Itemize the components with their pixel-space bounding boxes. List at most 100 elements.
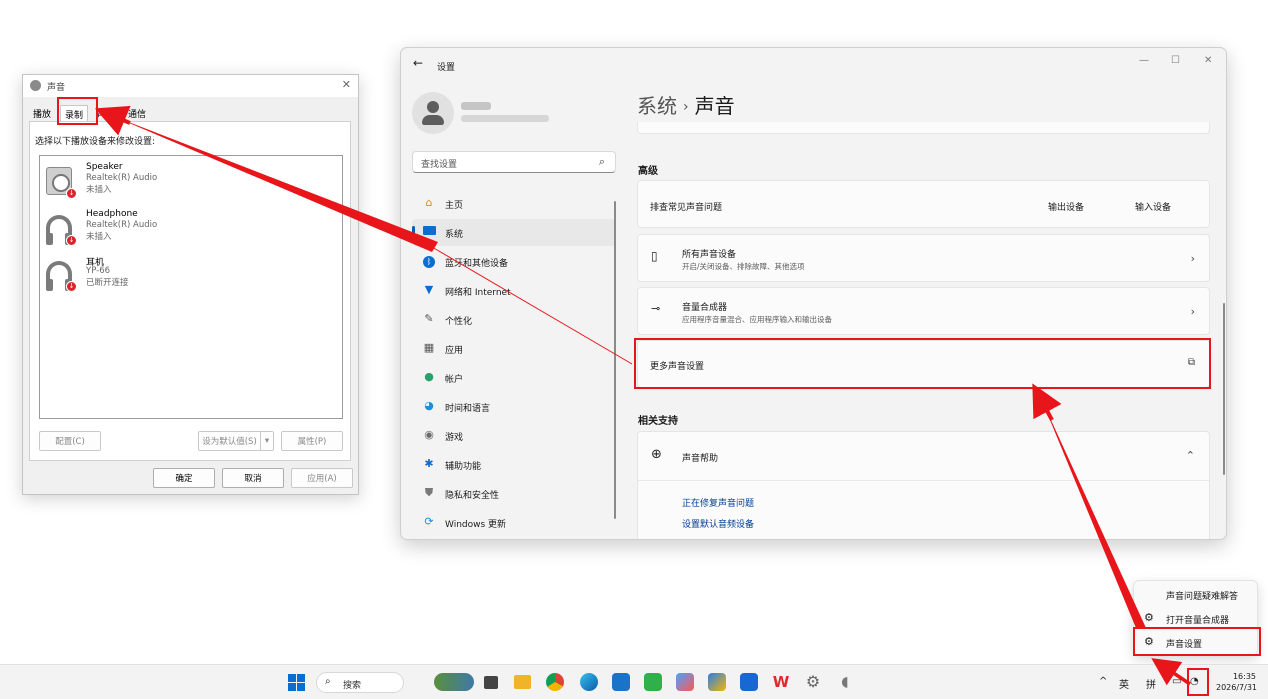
device-list: ↓ Speaker Realtek(R) Audio 未插入 ↓ Headpho…: [39, 155, 343, 419]
nav-item-time-language[interactable]: ◕ 时间和语言: [412, 393, 616, 420]
start-icon[interactable]: [288, 674, 305, 691]
nav-item-accessibility[interactable]: ✱ 辅助功能: [412, 451, 616, 478]
nav-label: 辅助功能: [445, 462, 482, 472]
settings-search-input[interactable]: 查找设置 ⌕: [412, 151, 616, 173]
unplugged-badge-icon: ↓: [66, 188, 77, 199]
nav-item-network[interactable]: ▼ 网络和 Internet: [412, 277, 616, 304]
speaker-icon: [30, 80, 41, 91]
help-link-default-device[interactable]: 设置默认音频设备: [682, 517, 754, 530]
nav-item-personalization[interactable]: ✎ 个性化: [412, 306, 616, 333]
device-driver: Realtek(R) Audio: [86, 173, 158, 183]
app-icon-colorful[interactable]: [676, 673, 694, 691]
back-arrow-icon[interactable]: ←: [413, 56, 423, 70]
wps-icon[interactable]: W: [772, 673, 790, 691]
nav-item-windows-update[interactable]: ⟳ Windows 更新: [412, 509, 616, 536]
minimize-icon[interactable]: —: [1139, 55, 1149, 66]
home-icon: ⌂: [425, 196, 433, 209]
network-tray-icon[interactable]: ▭: [1172, 676, 1181, 687]
menu-item-open-mixer[interactable]: ⚙ 打开音量合成器: [1134, 607, 1257, 629]
clock-time: 16:35: [1232, 672, 1256, 681]
file-explorer-icon[interactable]: [514, 675, 531, 689]
nav-item-gaming[interactable]: ◉ 游戏: [412, 422, 616, 449]
headphone-device-icon: [46, 215, 72, 245]
set-default-dropdown-icon[interactable]: ▾: [260, 431, 274, 451]
settings-titlebar: ← 设置 — ☐ ✕: [401, 48, 1226, 80]
cancel-button[interactable]: 取消: [222, 468, 284, 488]
nav-label: 隐私和安全性: [445, 491, 500, 501]
nav-item-apps[interactable]: ▦ 应用: [412, 335, 616, 362]
chrome-icon[interactable]: [546, 673, 564, 691]
nav-item-home[interactable]: ⌂ 主页: [412, 190, 616, 217]
network-icon: ▼: [424, 283, 434, 296]
volume-mixer-card[interactable]: ⊸ 音量合成器 应用程序音量混合、应用程序输入和输出设备 ›: [637, 287, 1210, 335]
device-item-earphone[interactable]: ↓ 耳机 YP-66 已断开连接: [46, 255, 196, 301]
tab-playback[interactable]: 播放: [29, 105, 55, 121]
settings-gear-icon[interactable]: ⚙: [804, 673, 822, 691]
tray-overflow-icon[interactable]: ^: [1099, 676, 1107, 687]
all-sound-devices-card[interactable]: ▯ 所有声音设备 开启/关闭设备、排除故障、其他选项 ›: [637, 234, 1210, 282]
nav-label: 蓝牙和其他设备: [445, 259, 509, 269]
user-name-blurred: [461, 102, 491, 110]
highlight-sound-settings-menu: [1133, 627, 1261, 656]
chevron-right-icon: ›: [1190, 305, 1195, 318]
highlight-more-sound-settings: [634, 338, 1211, 389]
close-icon[interactable]: ✕: [342, 78, 351, 91]
input-devices-button[interactable]: 输入设备: [1135, 200, 1171, 213]
store-icon[interactable]: [612, 673, 630, 691]
nav-item-system[interactable]: 系统: [412, 219, 616, 246]
chevron-up-icon[interactable]: ⌃: [1186, 449, 1195, 462]
taskbar-search-input[interactable]: ⌕ 搜索: [316, 672, 404, 693]
nav-item-bluetooth[interactable]: ᛒ 蓝牙和其他设备: [412, 248, 616, 275]
nav-label: 应用: [445, 346, 464, 356]
set-default-button[interactable]: 设为默认值(S): [198, 431, 260, 451]
ok-button[interactable]: 确定: [153, 468, 215, 488]
device-name: Headphone: [86, 209, 138, 219]
configure-button[interactable]: 配置(C): [39, 431, 101, 451]
ime-mode[interactable]: 拼: [1146, 676, 1156, 691]
menu-item-label: 打开音量合成器: [1166, 616, 1230, 626]
device-status: 已断开连接: [86, 278, 129, 288]
tab-communications[interactable]: 通信: [124, 105, 150, 121]
user-avatar[interactable]: [412, 92, 454, 134]
device-item-speaker[interactable]: ↓ Speaker Realtek(R) Audio 未插入: [46, 162, 196, 208]
nav-label: 个性化: [445, 317, 473, 327]
close-icon[interactable]: ✕: [1204, 55, 1212, 66]
app-icon-blue[interactable]: [740, 673, 758, 691]
nav-item-accounts[interactable]: ● 帐户: [412, 364, 616, 391]
maximize-icon[interactable]: ☐: [1171, 55, 1180, 66]
breadcrumb-separator-icon: ›: [683, 99, 689, 115]
help-link-fix-sound[interactable]: 正在修复声音问题: [682, 496, 754, 509]
ime-language[interactable]: 英: [1119, 676, 1129, 691]
nav-item-privacy[interactable]: ⛊ 隐私和安全性: [412, 480, 616, 507]
task-view-icon[interactable]: [484, 676, 498, 689]
edge-icon[interactable]: [580, 673, 598, 691]
related-support-header: 相关支持: [638, 416, 678, 427]
apply-button[interactable]: 应用(A): [291, 468, 353, 488]
content-scrollbar[interactable]: [1223, 303, 1225, 475]
nav-label: 网络和 Internet: [445, 288, 511, 298]
mixer-subtitle: 应用程序音量混合、应用程序输入和输出设备: [682, 315, 832, 324]
time-language-icon: ◕: [424, 399, 434, 412]
wechat-icon[interactable]: [644, 673, 662, 691]
clock[interactable]: 16:35 2026/7/31: [1216, 671, 1258, 693]
gaming-icon: ◉: [424, 428, 434, 441]
nav-scrollbar[interactable]: [614, 201, 616, 519]
sound-help-label[interactable]: 声音帮助: [682, 451, 718, 464]
settings-window: ← 设置 — ☐ ✕ 查找设置 ⌕ ⌂ 主页 系统 ᛒ 蓝牙和其他设备 ▼ 网络…: [400, 47, 1227, 540]
properties-button[interactable]: 属性(P): [281, 431, 343, 451]
taskbar: ⌕ 搜索 W ⚙ ◖ ^ 英 拼 ▭ ◔ 16:35 2026/7/31: [0, 664, 1268, 699]
breadcrumb-parent[interactable]: 系统: [637, 94, 677, 118]
search-icon: ⌕: [325, 676, 331, 687]
clock-date: 2026/7/31: [1216, 683, 1258, 692]
speaker-app-icon[interactable]: ◖: [836, 673, 854, 691]
widgets-icon[interactable]: [434, 673, 474, 691]
menu-item-label: 声音问题疑难解答: [1166, 592, 1239, 602]
app-icon-bird[interactable]: [708, 673, 726, 691]
output-devices-button[interactable]: 输出设备: [1048, 200, 1084, 213]
device-item-headphone[interactable]: ↓ Headphone Realtek(R) Audio 未插入: [46, 209, 196, 255]
nav-label: 游戏: [445, 433, 464, 443]
menu-item-troubleshoot[interactable]: 声音问题疑难解答: [1134, 583, 1257, 605]
highlight-volume-tray: [1187, 668, 1209, 696]
windows-update-icon: ⟳: [424, 515, 434, 528]
troubleshoot-card: 排查常见声音问题 输出设备 输入设备: [637, 180, 1210, 228]
